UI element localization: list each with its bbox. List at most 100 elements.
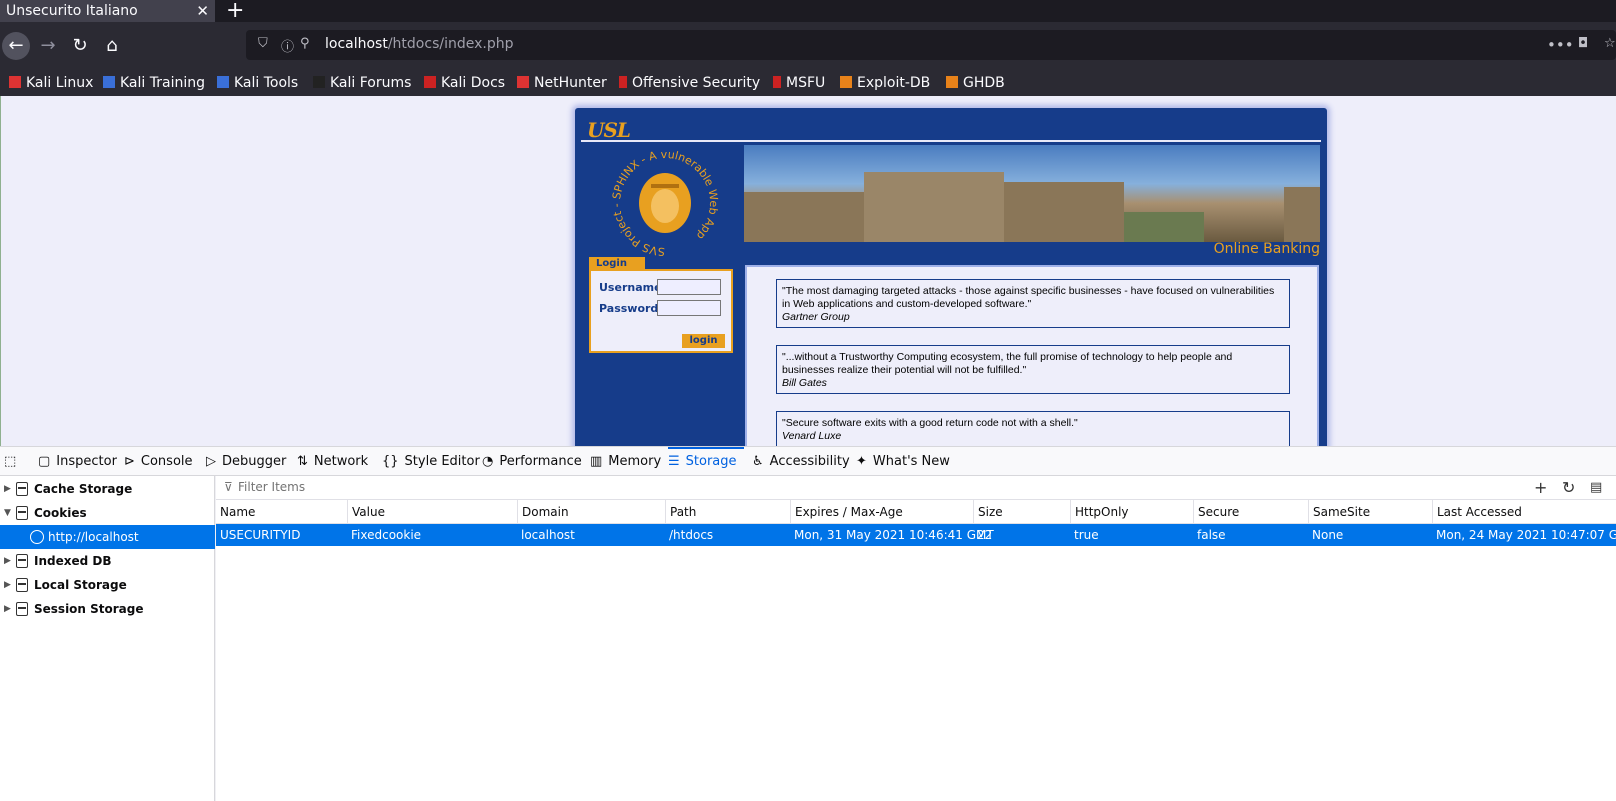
pocket-icon[interactable]: ◘	[1578, 36, 1588, 51]
new-tab-icon[interactable]: +	[226, 0, 244, 23]
forward-icon[interactable]: →	[34, 32, 62, 60]
storage-icon	[16, 482, 28, 496]
bookmark-kali-linux[interactable]: Kali Linux	[9, 72, 93, 94]
bookmark-kali-docs[interactable]: Kali Docs	[424, 72, 505, 94]
globe-icon	[30, 530, 44, 544]
kali-icon	[217, 76, 229, 88]
permissions-icon[interactable]: ⚲	[300, 36, 310, 51]
page-actions-icon[interactable]: •••	[1547, 36, 1574, 54]
filter-bar: ⊽ Filter Items + ↻ ▤	[216, 476, 1616, 500]
column-header[interactable]: Size	[973, 500, 1003, 524]
braces-icon: {}	[382, 454, 399, 469]
tab-memory[interactable]: ▥ Memory	[590, 447, 661, 476]
cookies-table-panel: ⊽ Filter Items + ↻ ▤ Name Value Domain P…	[216, 476, 1616, 801]
tab-performance[interactable]: ◔ Performance	[482, 447, 582, 476]
tree-cache-storage[interactable]: ▶ Cache Storage	[0, 477, 215, 501]
divider	[581, 140, 1321, 142]
expand-arrow-icon[interactable]: ▶	[4, 549, 11, 573]
debugger-icon: ▷	[206, 454, 216, 469]
column-header[interactable]: Secure	[1193, 500, 1239, 524]
bookmark-nethunter[interactable]: NetHunter	[517, 72, 607, 94]
tab-accessibility[interactable]: ♿ Accessibility	[752, 447, 850, 476]
browser-tab[interactable]: Unsecurito Italiano ✕	[0, 0, 215, 22]
tab-inspector[interactable]: ▢ Inspector	[38, 447, 117, 476]
cell-samesite: None	[1312, 528, 1344, 542]
kali-icon	[517, 76, 529, 88]
tree-localhost[interactable]: http://localhost	[0, 525, 215, 549]
column-header[interactable]: Value	[347, 500, 385, 524]
cell-httponly: true	[1074, 528, 1099, 542]
password-input[interactable]	[657, 300, 721, 316]
url-path: /htdocs/index.php	[387, 36, 514, 52]
username-input[interactable]	[657, 279, 721, 295]
quote-box: "Secure software exits with a good retur…	[776, 411, 1290, 446]
column-header[interactable]: SameSite	[1308, 500, 1370, 524]
offsec-icon	[773, 76, 781, 88]
bookmark-kali-forums[interactable]: Kali Forums	[313, 72, 411, 94]
expand-arrow-icon[interactable]: ▶	[4, 597, 11, 621]
url-bar[interactable]: ⛉ ⓘ ⚲ localhost/htdocs/index.php ••• ◘ ☆	[246, 30, 1616, 60]
bookmark-ghdb[interactable]: GHDB	[946, 72, 1005, 94]
tab-debugger[interactable]: ▷ Debugger	[206, 447, 286, 476]
column-header[interactable]: Expires / Max-Age	[790, 500, 903, 524]
kali-icon	[103, 76, 115, 88]
cell-name: USECURITYID	[220, 528, 301, 542]
tab-console[interactable]: ⊳ Console	[124, 447, 193, 476]
tree-cookies[interactable]: ▼ Cookies	[0, 501, 215, 525]
login-button[interactable]: login	[682, 334, 725, 348]
column-header[interactable]: Domain	[517, 500, 569, 524]
home-icon[interactable]: ⌂	[98, 32, 126, 60]
tab-whats-new[interactable]: ✦ What's New	[856, 447, 950, 476]
quotes-panel: "The most damaging targeted attacks - th…	[745, 265, 1319, 446]
column-header[interactable]: HttpOnly	[1070, 500, 1129, 524]
column-header[interactable]: Last Accessed	[1432, 500, 1522, 524]
table-row[interactable]: USECURITYID Fixedcookie localhost /htdoc…	[216, 524, 1616, 546]
tab-strip: Unsecurito Italiano ✕ +	[0, 0, 1616, 23]
login-form: Username: Password: login	[589, 269, 733, 353]
bookmark-kali-training[interactable]: Kali Training	[103, 72, 205, 94]
memory-icon: ▥	[590, 454, 603, 469]
column-header[interactable]: Path	[665, 500, 696, 524]
exploit-db-icon	[840, 76, 852, 88]
storage-icon	[16, 602, 28, 616]
sidebar-toggle-icon[interactable]: ▤	[1590, 480, 1602, 495]
expand-arrow-icon[interactable]: ▶	[4, 573, 11, 597]
add-item-icon[interactable]: +	[1534, 478, 1547, 497]
storage-icon	[16, 554, 28, 568]
info-icon[interactable]: ⓘ	[281, 36, 294, 55]
page-viewport: USL SVS Project - SPHINX - A vulnerable …	[0, 96, 1616, 446]
shield-icon[interactable]: ⛉	[258, 36, 268, 51]
bookmark-kali-tools[interactable]: Kali Tools	[217, 72, 298, 94]
tab-network[interactable]: ⇅ Network	[297, 447, 368, 476]
cell-secure: false	[1197, 528, 1226, 542]
filter-input[interactable]: Filter Items	[238, 480, 305, 494]
storage-icon	[16, 578, 28, 592]
tab-style-editor[interactable]: {} Style Editor	[382, 447, 480, 476]
online-banking-label: Online Banking	[1213, 241, 1320, 257]
url-text[interactable]: localhost/htdocs/index.php	[325, 36, 513, 52]
tree-indexed-db[interactable]: ▶ Indexed DB	[0, 549, 215, 573]
network-icon: ⇅	[297, 454, 308, 469]
reload-icon[interactable]: ↻	[66, 32, 94, 60]
tree-local-storage[interactable]: ▶ Local Storage	[0, 573, 215, 597]
element-picker-icon[interactable]: ⬚	[4, 447, 22, 476]
bookmark-msfu[interactable]: MSFU	[773, 72, 825, 94]
cell-domain: localhost	[521, 528, 575, 542]
back-icon[interactable]: ←	[2, 32, 30, 60]
collapse-arrow-icon[interactable]: ▼	[4, 501, 11, 525]
refresh-icon[interactable]: ↻	[1562, 478, 1575, 497]
expand-arrow-icon[interactable]: ▶	[4, 477, 11, 501]
sphinx-logo: SVS Project - SPHINX - A vulnerable Web …	[610, 148, 720, 258]
gauge-icon: ◔	[482, 454, 494, 469]
bookmark-star-icon[interactable]: ☆	[1604, 36, 1616, 51]
bookmark-exploit-db[interactable]: Exploit-DB	[840, 72, 930, 94]
cell-size: 22	[977, 528, 993, 542]
tab-storage[interactable]: ☰ Storage	[668, 447, 744, 476]
bookmark-offensive-security[interactable]: Offensive Security	[619, 72, 760, 94]
quote-box: "The most damaging targeted attacks - th…	[776, 279, 1290, 328]
column-header[interactable]: Name	[216, 500, 255, 524]
quote-box: "...without a Trustworthy Computing ecos…	[776, 345, 1290, 394]
kali-icon	[9, 76, 21, 88]
tree-session-storage[interactable]: ▶ Session Storage	[0, 597, 215, 621]
close-tab-icon[interactable]: ✕	[196, 0, 209, 22]
